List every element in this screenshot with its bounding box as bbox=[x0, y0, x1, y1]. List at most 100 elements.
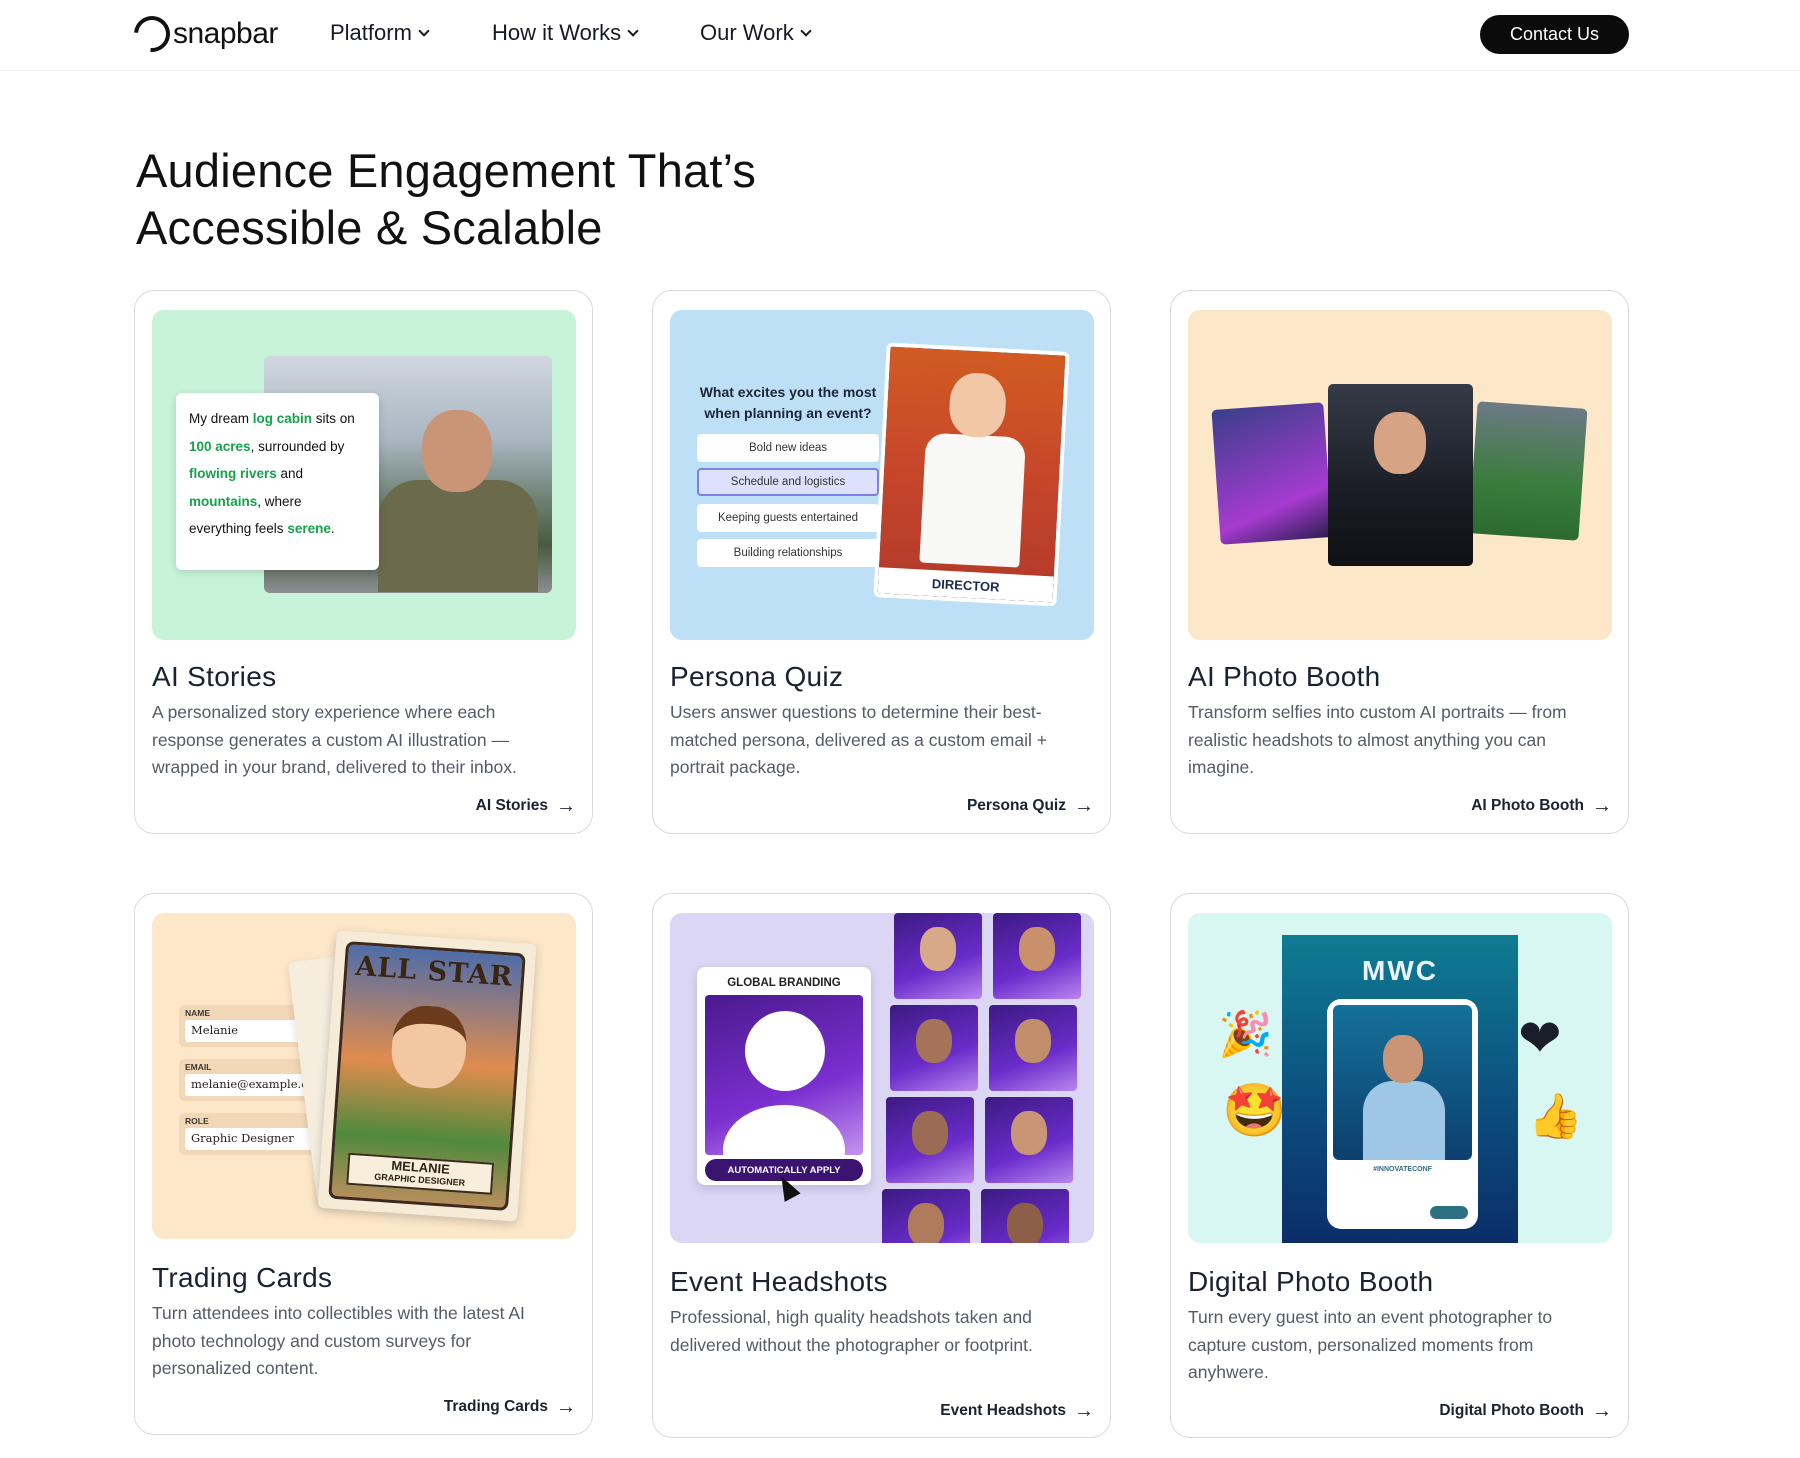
trading-card-nameplate: MELANIE GRAPHIC DESIGNER bbox=[346, 1152, 495, 1195]
contact-us-button[interactable]: Contact Us bbox=[1480, 15, 1629, 54]
story-text-box: My dream log cabin sits on 100 acres, su… bbox=[176, 393, 379, 570]
persona-figure-body bbox=[919, 432, 1026, 568]
arrow-right-icon: → bbox=[1592, 795, 1612, 817]
phone-mockup: #INNOVATECONF bbox=[1327, 999, 1478, 1229]
heading-line-1: Audience Engagement That’s bbox=[136, 144, 757, 197]
nav-item-how-it-works[interactable]: How it Works bbox=[492, 20, 639, 46]
avatar-body-icon bbox=[723, 1105, 845, 1155]
quiz-option-selected: Schedule and logistics bbox=[697, 468, 879, 496]
global-branding-panel: GLOBAL BRANDING AUTOMATICALLY APPLY bbox=[697, 967, 871, 1185]
card-link-label: Event Headshots bbox=[940, 1402, 1066, 1419]
headshot-tile bbox=[981, 1189, 1069, 1243]
persona-portrait-card: DIRECTOR bbox=[873, 342, 1070, 607]
event-headshots-image: GLOBAL BRANDING AUTOMATICALLY APPLY bbox=[670, 913, 1094, 1243]
card-link-event-headshots[interactable]: Event Headshots → bbox=[940, 1401, 1094, 1421]
armored-portrait-photo bbox=[1328, 384, 1473, 566]
card-description: Turn every guest into an event photograp… bbox=[1188, 1307, 1553, 1382]
logo-mark-icon bbox=[126, 8, 178, 60]
card-description: Turn attendees into collectibles with th… bbox=[152, 1303, 525, 1378]
card-link-label: Persona Quiz bbox=[966, 797, 1066, 814]
top-navigation: snapbar Platform How it Works Our Work C… bbox=[0, 0, 1800, 71]
card-title: AI Photo Booth bbox=[1188, 661, 1381, 692]
trading-card-artwork: ALL STAR MELANIE GRAPHIC DESIGNER bbox=[328, 941, 526, 1211]
nav-item-label: Our Work bbox=[700, 20, 794, 45]
global-branding-label: GLOBAL BRANDING bbox=[727, 977, 841, 989]
card-title: Event Headshots bbox=[670, 1266, 888, 1297]
card-link-label: AI Stories bbox=[475, 797, 548, 814]
arrow-right-icon: → bbox=[1074, 1400, 1094, 1422]
card-description: Users answer questions to determine thei… bbox=[670, 702, 1047, 777]
hearts-emoji-icon: ❤ bbox=[1518, 1010, 1562, 1068]
trading-card-title: ALL STAR bbox=[354, 950, 515, 993]
card-link-label: Trading Cards bbox=[443, 1398, 548, 1415]
phone-hashtag: #INNOVATECONF bbox=[1373, 1166, 1432, 1173]
card-title: Persona Quiz bbox=[670, 661, 844, 692]
headshot-tile bbox=[894, 913, 982, 999]
guest-face bbox=[1383, 1035, 1423, 1083]
snapbar-logo[interactable]: snapbar bbox=[126, 8, 278, 60]
persona-quiz-image: What excites you the most when planning … bbox=[670, 310, 1094, 640]
card-link-persona-quiz[interactable]: Persona Quiz → bbox=[967, 796, 1094, 816]
confetti-emoji-icon: 🎉 bbox=[1218, 1010, 1273, 1059]
card-digital-photo-booth[interactable]: MWC #INNOVATECONF 🎉 🤩 ❤ 👍 Digital Photo … bbox=[1170, 893, 1629, 1438]
man-portrait-body bbox=[378, 480, 538, 592]
card-link-ai-stories[interactable]: AI Stories → bbox=[476, 796, 576, 816]
card-ai-photo-booth[interactable]: AI Photo Booth Transform selfies into cu… bbox=[1170, 290, 1629, 834]
man-portrait-face bbox=[422, 410, 492, 492]
quiz-question: What excites you the most when planning … bbox=[699, 384, 877, 421]
chevron-down-icon bbox=[627, 24, 639, 37]
nav-item-our-work[interactable]: Our Work bbox=[700, 20, 812, 46]
chevron-down-icon bbox=[800, 24, 812, 37]
nav-item-label: How it Works bbox=[492, 20, 622, 45]
phone-next-button bbox=[1430, 1206, 1468, 1219]
nav-item-platform[interactable]: Platform bbox=[330, 20, 430, 46]
avatar-placeholder bbox=[705, 995, 863, 1155]
card-link-label: Digital Photo Booth bbox=[1439, 1402, 1584, 1419]
card-title: Trading Cards bbox=[152, 1262, 333, 1293]
digital-photo-booth-image: MWC #INNOVATECONF 🎉 🤩 ❤ 👍 bbox=[1188, 913, 1612, 1243]
card-link-trading-cards[interactable]: Trading Cards → bbox=[444, 1397, 576, 1417]
section-heading: Audience Engagement That’s Accessible & … bbox=[136, 142, 896, 256]
event-brand-logo: MWC bbox=[1362, 955, 1438, 986]
card-link-label: AI Photo Booth bbox=[1471, 797, 1584, 814]
card-description: Professional, high quality headshots tak… bbox=[670, 1307, 1033, 1355]
card-link-ai-photo-booth[interactable]: AI Photo Booth → bbox=[1471, 796, 1612, 816]
portrait-face bbox=[1374, 412, 1426, 474]
quiz-option: Keeping guests entertained bbox=[697, 504, 879, 532]
quiz-option: Bold new ideas bbox=[697, 434, 879, 462]
headshot-tile bbox=[882, 1189, 970, 1243]
card-title: AI Stories bbox=[152, 661, 277, 692]
chevron-down-icon bbox=[418, 24, 430, 37]
headshot-tile bbox=[890, 1005, 978, 1091]
arrow-right-icon: → bbox=[556, 1396, 576, 1418]
card-ai-stories[interactable]: My dream log cabin sits on 100 acres, su… bbox=[134, 290, 593, 834]
ai-photo-booth-image bbox=[1188, 310, 1612, 640]
card-description: A personalized story experience where ea… bbox=[152, 702, 517, 777]
arrow-right-icon: → bbox=[556, 795, 576, 817]
arrow-right-icon: → bbox=[1074, 795, 1094, 817]
headshot-tile bbox=[993, 913, 1081, 999]
ai-stories-image: My dream log cabin sits on 100 acres, su… bbox=[152, 310, 576, 640]
trading-cards-image: NAME Melanie EMAIL melanie@example.c ROL… bbox=[152, 913, 576, 1239]
arrow-right-icon: → bbox=[1592, 1400, 1612, 1422]
heading-line-2: Accessible & Scalable bbox=[136, 201, 603, 254]
card-trading-cards[interactable]: NAME Melanie EMAIL melanie@example.c ROL… bbox=[134, 893, 593, 1435]
cartoon-figure-photo bbox=[1211, 402, 1333, 545]
headshot-tile bbox=[989, 1005, 1077, 1091]
guest-body bbox=[1363, 1081, 1445, 1160]
card-event-headshots[interactable]: GLOBAL BRANDING AUTOMATICALLY APPLY Even… bbox=[652, 893, 1111, 1438]
card-title: Digital Photo Booth bbox=[1188, 1266, 1434, 1297]
star-eyes-emoji-icon: 🤩 bbox=[1222, 1082, 1287, 1140]
quiz-option: Building relationships bbox=[697, 539, 879, 567]
card-link-digital-photo-booth[interactable]: Digital Photo Booth → bbox=[1439, 1401, 1612, 1421]
thumbs-up-emoji-icon: 👍 bbox=[1528, 1092, 1583, 1141]
card-description: Transform selfies into custom AI portrai… bbox=[1188, 702, 1567, 777]
headshot-tile bbox=[886, 1097, 974, 1183]
headshot-tile bbox=[985, 1097, 1073, 1183]
card-persona-quiz[interactable]: What excites you the most when planning … bbox=[652, 290, 1111, 834]
nav-item-label: Platform bbox=[330, 20, 412, 45]
phone-photo-screen bbox=[1333, 1005, 1472, 1160]
logo-text: snapbar bbox=[173, 17, 278, 50]
cartoon-player-face bbox=[389, 1003, 469, 1091]
trading-card-front: ALL STAR MELANIE GRAPHIC DESIGNER bbox=[317, 930, 537, 1222]
